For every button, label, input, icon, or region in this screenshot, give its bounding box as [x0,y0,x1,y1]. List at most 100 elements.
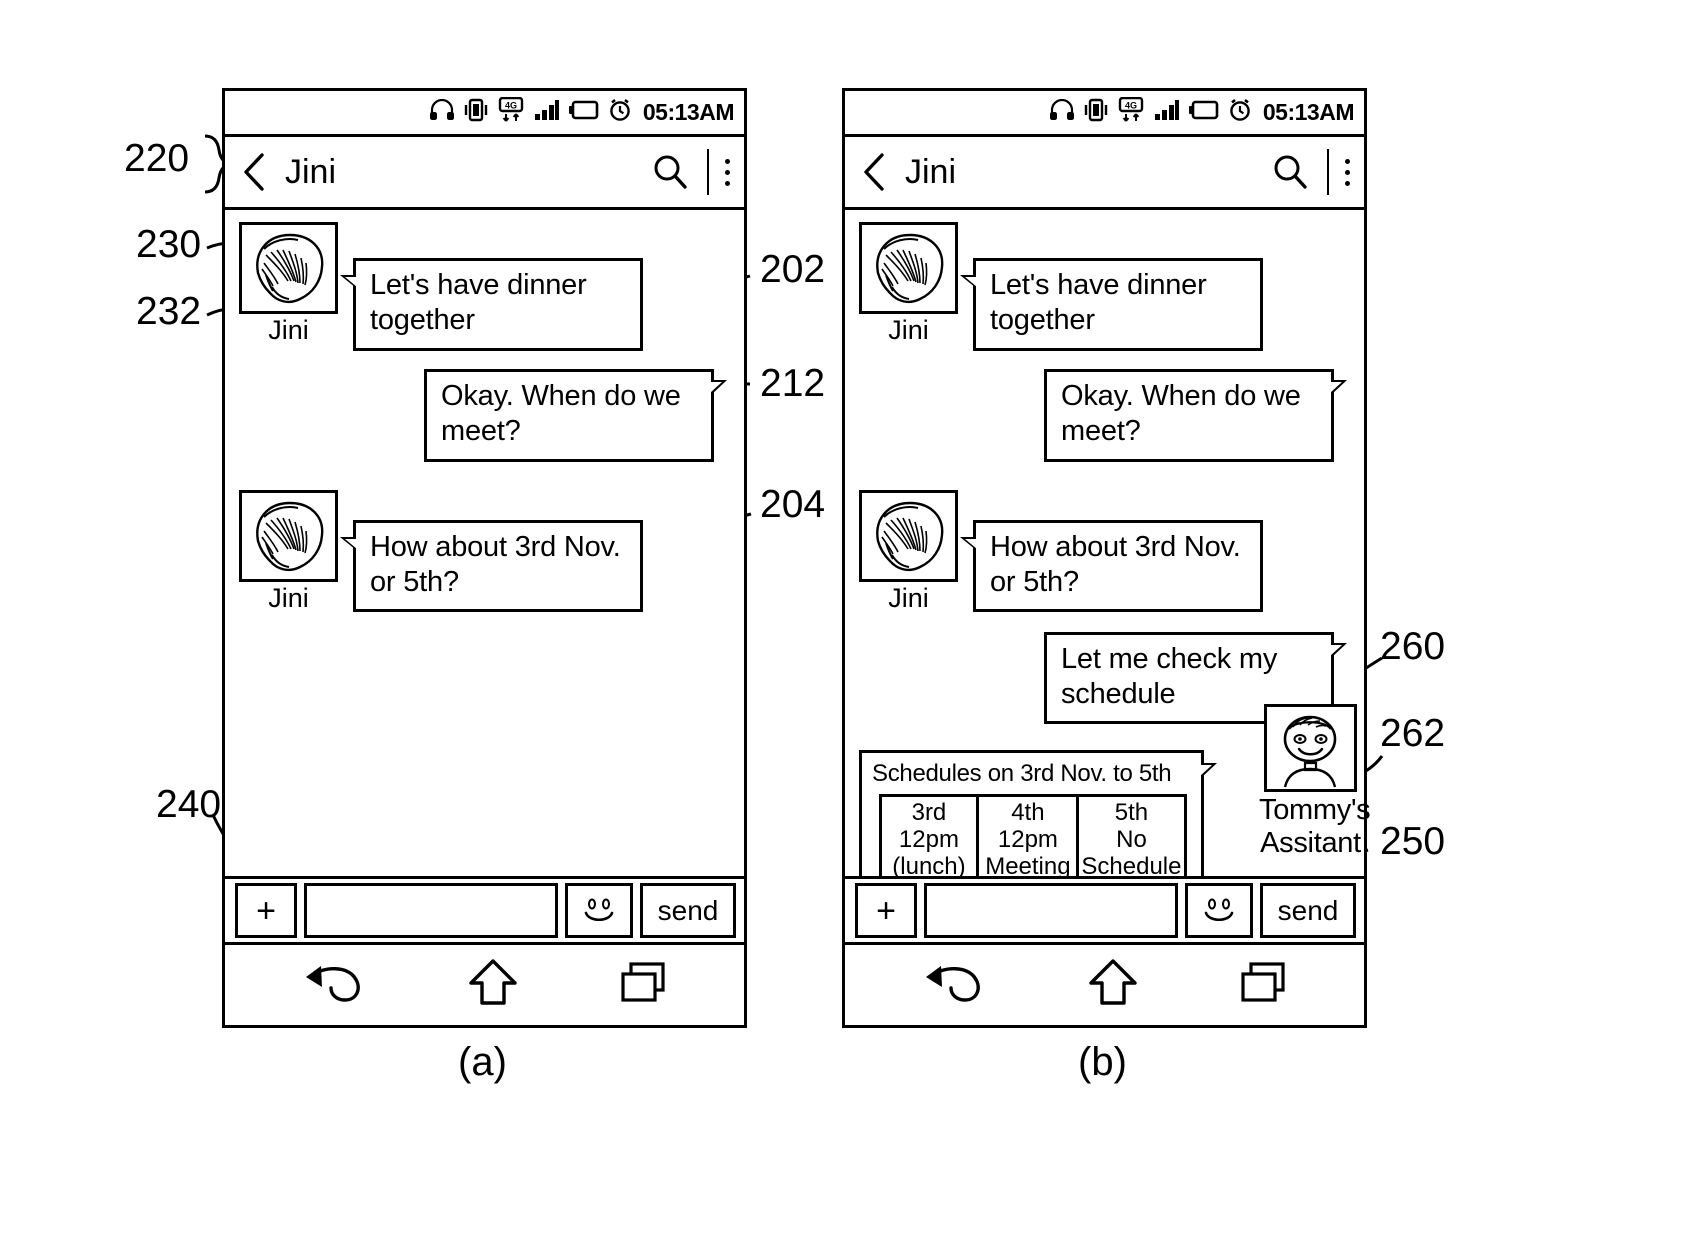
nav-recents-icon[interactable] [1235,958,1293,1013]
sender-name: Jini [888,315,929,345]
message-bubble-2[interactable]: Okay. When do we meet? [1044,368,1347,462]
schedule-day: 5th [1114,799,1149,827]
message-row-3: Jini How about 3rd Nov. or 5th? [859,489,1350,614]
message-input[interactable] [924,883,1178,938]
table-row: 3rd 12pm (lunch) 4th 12pm Meeting 5th No [878,794,1187,889]
message-sender: Jini [239,489,343,614]
title-bar: Jini [225,137,744,210]
schedule-card-title: Schedules on 3rd Nov. to 5th [872,760,1172,788]
message-input-bar: + send [845,876,1364,942]
page-title: Jini [285,152,337,191]
4g-data-icon: 4G [1117,96,1145,128]
ref-260: 260 [1380,625,1446,668]
battery-icon [1188,100,1219,125]
headphones-icon [429,98,455,126]
conversation-list-b: Jini Let's have dinner together Okay. Wh… [845,210,1371,904]
sender-name: Jini [268,315,309,345]
nav-back-icon[interactable] [917,959,991,1012]
avatar-jini[interactable] [859,489,958,582]
svg-text:4G: 4G [505,101,517,111]
more-options-icon[interactable] [725,158,730,186]
schedule-table: 3rd 12pm (lunch) 4th 12pm Meeting 5th No [878,794,1187,889]
status-time: 05:13AM [1262,99,1355,125]
signal-bars-icon [1154,99,1180,126]
alarm-clock-icon [1228,98,1252,127]
avatar-jini[interactable] [239,222,338,314]
nav-back-icon[interactable] [297,959,371,1012]
schedule-line1: 12pm [997,826,1058,854]
signal-bars-icon [534,99,560,126]
avatar-jini[interactable] [859,222,958,314]
4g-data-icon: 4G [497,96,525,128]
add-attachment-button[interactable]: + [855,883,917,938]
assistant-sender: Tommy's Assitant [1259,704,1371,859]
message-row-2: Okay. When do we meet? [859,368,1350,462]
search-icon[interactable] [1271,153,1309,191]
assistant-name: Tommy's Assitant [1259,794,1371,859]
title-divider [707,149,709,195]
send-button[interactable]: send [1260,883,1356,938]
message-sender: Jini [859,222,963,346]
message-bubble-204[interactable]: How about 3rd Nov. or 5th? [340,519,643,613]
svg-text:4G: 4G [1125,101,1137,111]
vibrate-icon [1084,98,1108,127]
status-time: 05:13AM [642,99,735,125]
message-input-bar: + send [225,876,744,942]
emoji-icon[interactable] [1185,883,1253,938]
message-row-1: Jini Let's have dinner together [859,222,1350,351]
assistant-avatar[interactable] [1264,704,1357,793]
assistant-name-line1: Tommy's [1259,794,1371,827]
title-divider [1327,149,1329,195]
schedule-day: 3rd [911,799,947,827]
emoji-icon[interactable] [565,883,633,938]
message-bubble-202[interactable]: Let's have dinner together [340,258,643,351]
message-row-202: Jini Let's have dinner together [239,222,730,351]
battery-icon [568,100,599,125]
status-bar: 4G 05:13AM [845,91,1364,137]
panel-a-caption: (a) [458,1040,507,1084]
sender-name: Jini [268,582,309,613]
ref-230: 230 [136,223,202,266]
message-input[interactable] [304,883,558,938]
schedule-cell-3rd: 3rd 12pm (lunch) [878,794,980,889]
search-icon[interactable] [651,153,689,191]
send-button[interactable]: send [640,883,736,938]
nav-home-icon[interactable] [1082,957,1144,1014]
avatar-jini[interactable] [239,489,338,582]
ref-220: 220 [124,137,190,180]
message-bubble-212[interactable]: Okay. When do we meet? [424,368,727,462]
nav-recents-icon[interactable] [615,958,673,1013]
ref-212: 212 [760,362,826,405]
more-options-icon[interactable] [1345,158,1350,186]
page-title: Jini [905,152,957,191]
message-bubble-1[interactable]: Let's have dinner together [960,258,1263,351]
ref-240: 240 [156,783,222,826]
back-chevron-icon[interactable] [241,152,267,192]
headphones-icon [1049,98,1075,126]
back-chevron-icon[interactable] [861,152,887,192]
ref-204: 204 [760,483,826,526]
schedule-cell-4th: 4th 12pm Meeting [976,794,1080,889]
schedule-line1: No [1116,826,1147,854]
nav-home-icon[interactable] [462,957,524,1014]
ref-250: 250 [1380,820,1446,863]
sender-name: Jini [888,582,929,613]
message-bubble-3[interactable]: How about 3rd Nov. or 5th? [960,519,1263,613]
schedule-day: 4th [1011,799,1045,827]
message-sender: Jini [859,489,963,614]
system-nav-bar [225,942,744,1025]
message-sender: Jini [239,222,343,346]
system-nav-bar [845,942,1364,1025]
add-attachment-button[interactable]: + [235,883,297,938]
ref-232: 232 [136,290,202,333]
title-bar: Jini [845,137,1364,210]
ref-262: 262 [1380,712,1446,755]
schedule-line1: 12pm [898,826,959,854]
alarm-clock-icon [608,98,632,127]
assistant-name-line2: Assitant [1260,826,1361,859]
